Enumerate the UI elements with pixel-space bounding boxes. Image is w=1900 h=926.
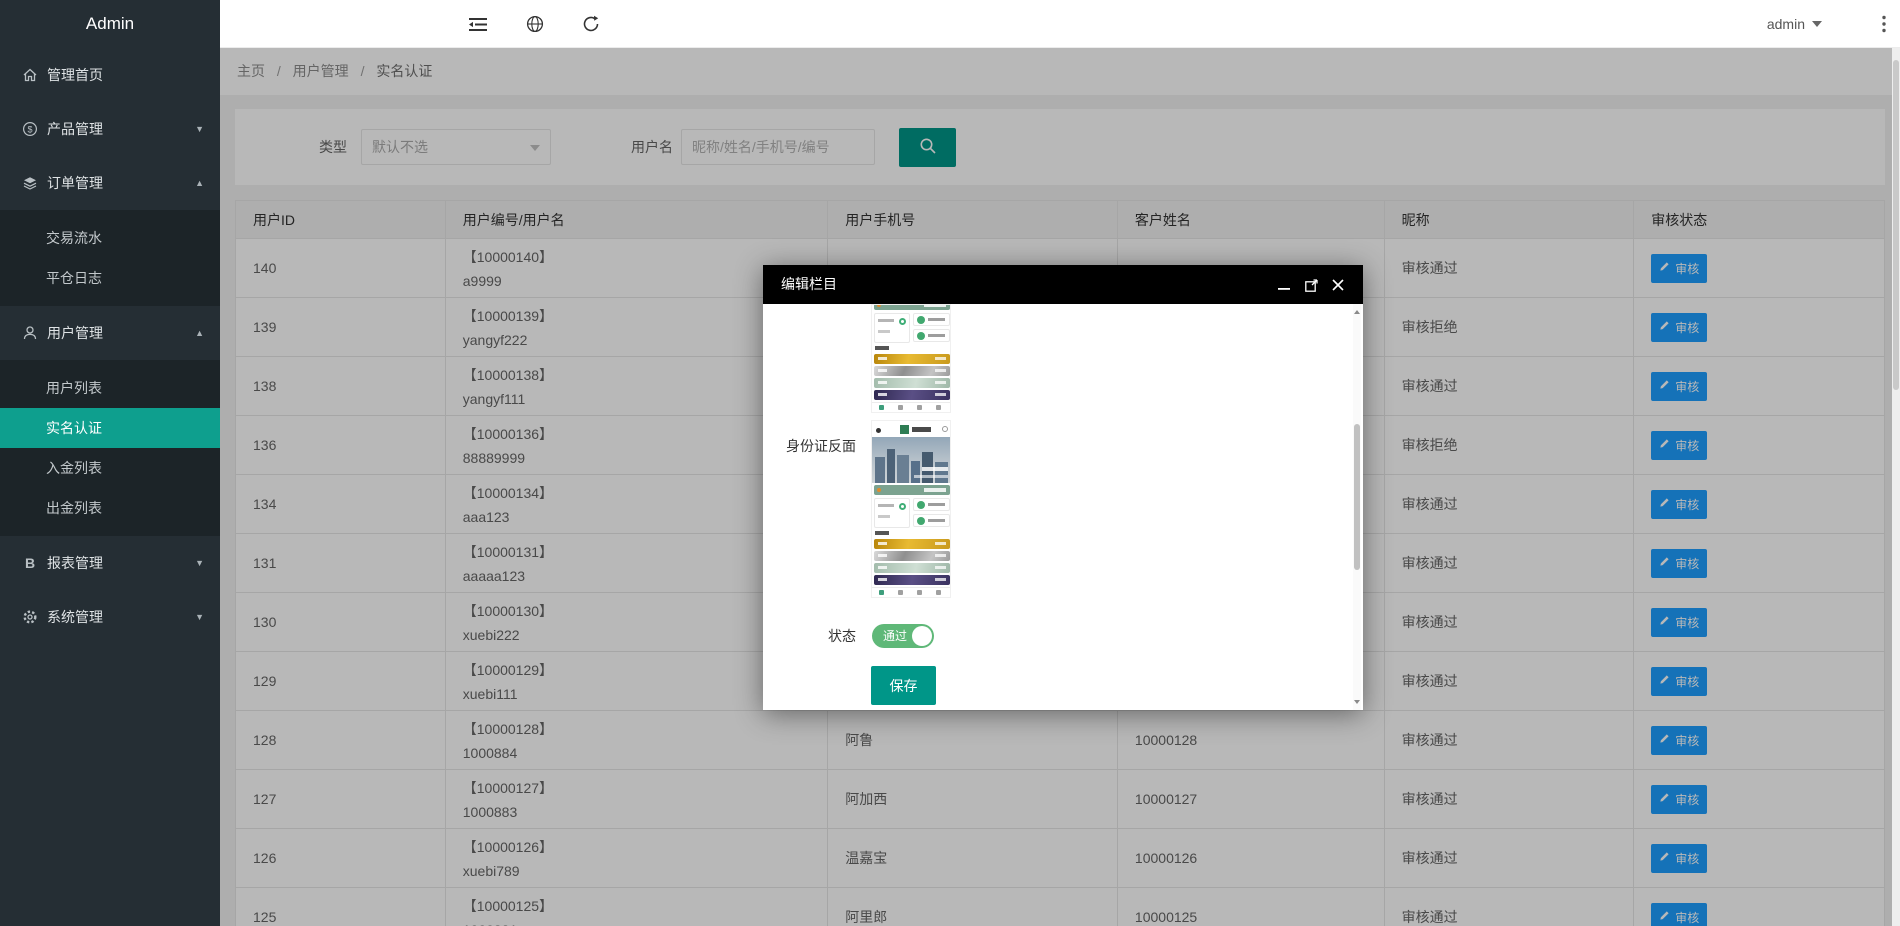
dialog-header: 编辑栏目 (763, 265, 1363, 304)
page-scrollbar[interactable] (1892, 48, 1900, 926)
sidebar-item-reports[interactable]: B 报表管理 ▼ (0, 536, 220, 590)
dialog-body: 身份证反面 状态 通过 保存 (763, 304, 1363, 710)
sidebar-item-users[interactable]: 用户管理 ▲ (0, 306, 220, 360)
kebab-menu-icon[interactable] (1882, 0, 1886, 48)
report-icon: B (24, 555, 36, 571)
chevron-down-icon: ▼ (195, 612, 204, 622)
sidebar-item-label: 报表管理 (47, 555, 103, 571)
minimize-icon[interactable] (1277, 278, 1291, 292)
scroll-down-icon[interactable] (1353, 694, 1361, 710)
sidebar-item-label: 系统管理 (47, 609, 103, 625)
sidebar-item-label: 用户管理 (47, 325, 103, 341)
globe-icon[interactable] (515, 0, 555, 48)
phone-screenshot-mock (872, 421, 950, 597)
sidebar-item-user-list[interactable]: 用户列表 (0, 368, 220, 408)
user-menu-label: admin (1766, 16, 1805, 32)
sidebar-item-label: 管理首页 (47, 67, 103, 83)
svg-text:$: $ (27, 124, 32, 134)
status-toggle[interactable]: 通过 (872, 624, 934, 648)
toggle-knob (912, 626, 932, 646)
chevron-down-icon: ▼ (195, 558, 204, 568)
edit-dialog: 编辑栏目 身份证反面 状态 通过 保存 (763, 265, 1363, 710)
sidebar-item-withdraw-list[interactable]: 出金列表 (0, 488, 220, 528)
id-back-label: 身份证反面 (786, 438, 856, 454)
refresh-icon[interactable] (571, 0, 611, 48)
home-icon (22, 67, 38, 83)
caret-down-icon (1812, 21, 1822, 27)
sidebar-item-orders[interactable]: 订单管理 ▲ (0, 156, 220, 210)
sidebar-item-deposit-list[interactable]: 入金列表 (0, 448, 220, 488)
sidebar-item-system[interactable]: 系统管理 ▼ (0, 590, 220, 644)
user-menu[interactable]: admin (1767, 0, 1822, 48)
sidebar-item-trade-flow[interactable]: 交易流水 (0, 218, 220, 258)
scroll-up-icon[interactable] (1353, 304, 1361, 320)
sidebar-item-close-log[interactable]: 平仓日志 (0, 258, 220, 298)
users-submenu: 用户列表 实名认证 入金列表 出金列表 (0, 360, 220, 536)
chevron-up-icon: ▲ (195, 178, 204, 188)
status-toggle-label: 通过 (883, 629, 908, 643)
sidebar-item-realname-auth[interactable]: 实名认证 (0, 408, 220, 448)
phone-screenshot-mock (872, 305, 950, 412)
topbar: admin (220, 0, 1900, 48)
settings-icon (22, 609, 38, 625)
orders-submenu: 交易流水 平仓日志 (0, 210, 220, 306)
app-logo: Admin (0, 0, 220, 48)
user-icon (22, 325, 38, 341)
chevron-up-icon: ▲ (195, 328, 204, 338)
sidebar-item-products[interactable]: $ 产品管理 ▼ (0, 102, 220, 156)
chevron-down-icon: ▼ (195, 124, 204, 134)
page-scrollbar-thumb[interactable] (1893, 60, 1899, 390)
collapse-sidebar-icon[interactable] (458, 0, 498, 48)
orders-icon (22, 175, 38, 191)
id-card-front-image (871, 304, 951, 413)
sidebar-item-dashboard[interactable]: 管理首页 (0, 48, 220, 102)
dialog-scrollbar-thumb[interactable] (1354, 424, 1360, 570)
sidebar-item-label: 产品管理 (47, 121, 103, 137)
id-card-back-image (871, 420, 951, 598)
admin-app: Admin 管理首页 $ 产品管理 ▼ 订单管理 ▲ 交易流水 平仓日志 用户管… (0, 0, 1900, 926)
dialog-scrollbar[interactable] (1353, 304, 1361, 710)
sidebar-item-label: 订单管理 (47, 175, 103, 191)
dialog-title: 编辑栏目 (781, 276, 837, 292)
status-label: 状态 (828, 628, 856, 644)
product-icon: $ (22, 121, 38, 137)
close-icon[interactable] (1331, 278, 1345, 292)
save-button[interactable]: 保存 (871, 666, 936, 705)
sidebar: Admin 管理首页 $ 产品管理 ▼ 订单管理 ▲ 交易流水 平仓日志 用户管… (0, 0, 220, 926)
maximize-icon[interactable] (1304, 278, 1318, 292)
